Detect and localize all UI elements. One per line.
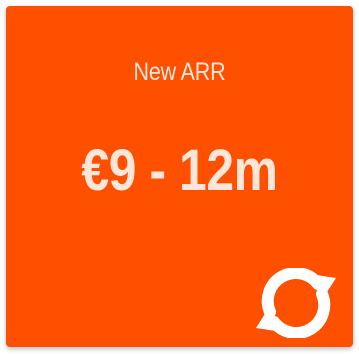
metric-card: New ARR €9 - 12m bbox=[6, 6, 353, 347]
metric-value: €9 - 12m bbox=[81, 138, 278, 203]
metric-label: New ARR bbox=[133, 58, 226, 86]
refresh-icon[interactable] bbox=[244, 267, 348, 339]
